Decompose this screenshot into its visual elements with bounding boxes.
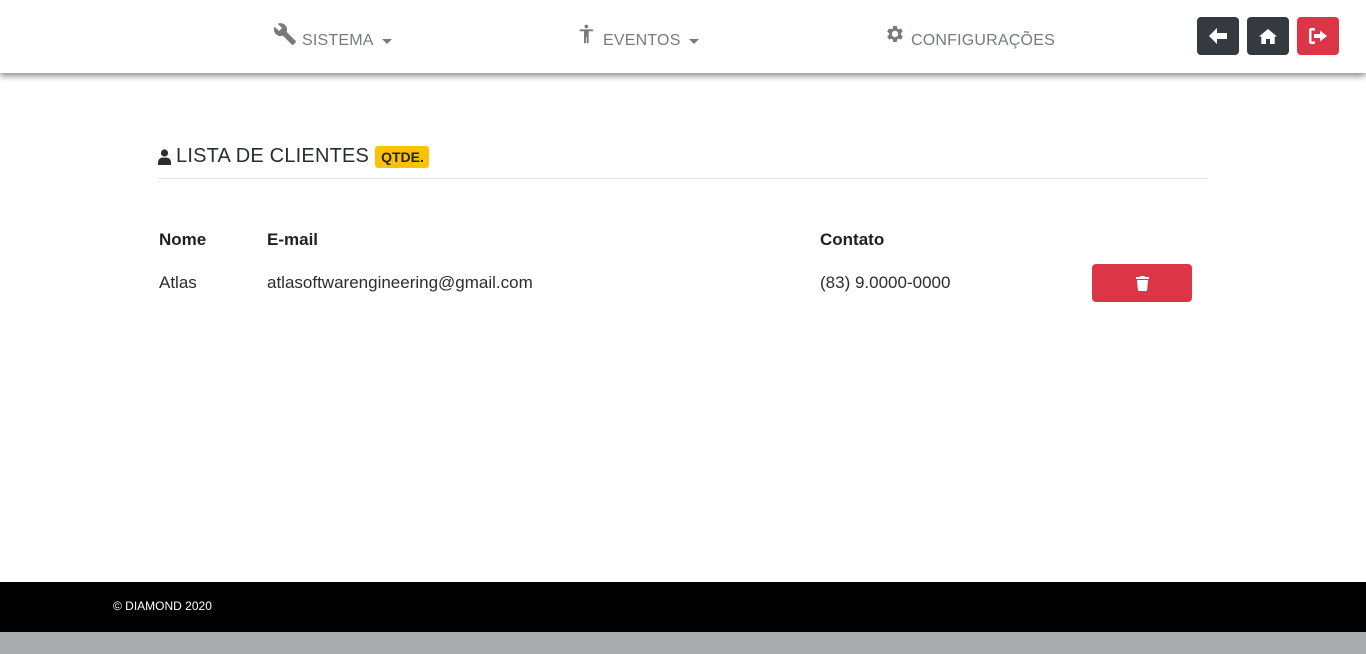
top-navbar: SISTEMA EVENTOS CONFIGURAÇÕES (0, 0, 1366, 73)
user-icon (158, 148, 171, 165)
nav-sistema-label: SISTEMA (302, 32, 374, 49)
page-heading: LISTA DE CLIENTES QTDE. (158, 145, 429, 168)
column-header-contato: Contato (820, 230, 885, 249)
nav-eventos-label: EVENTOS (603, 32, 681, 49)
heading-divider (158, 178, 1208, 179)
page: SISTEMA EVENTOS CONFIGURAÇÕES LISTA DE C… (0, 0, 1366, 632)
nav-eventos-dropdown[interactable]: EVENTOS (578, 22, 699, 54)
nav-configuracoes-label: CONFIGURAÇÕES (911, 32, 1055, 49)
gear-icon (887, 26, 903, 42)
delete-button[interactable] (1092, 264, 1192, 302)
column-header-email: E-mail (267, 230, 319, 249)
cell-contato: (83) 9.0000-0000 (820, 273, 951, 292)
chevron-down-icon (381, 39, 392, 44)
page-title: LISTA DE CLIENTES (176, 145, 370, 167)
cell-email: atlasoftwarengineering@gmail.com (267, 273, 533, 292)
trash-icon (1135, 275, 1149, 291)
nav-configuracoes-link[interactable]: CONFIGURAÇÕES (884, 22, 1055, 54)
column-header-nome: Nome (159, 230, 207, 249)
sign-out-icon (1309, 28, 1327, 44)
footer-copyright: © DIAMOND 2020 (113, 599, 212, 613)
accessibility-icon (579, 24, 593, 44)
back-button[interactable] (1197, 17, 1239, 55)
chevron-down-icon (688, 39, 699, 44)
home-icon (1259, 28, 1277, 44)
arrow-left-icon (1209, 28, 1227, 44)
nav-sistema-dropdown[interactable]: SISTEMA (273, 22, 392, 54)
wrench-icon (273, 23, 296, 45)
cell-nome: Atlas (159, 273, 197, 292)
home-button[interactable] (1247, 17, 1289, 55)
footer: © DIAMOND 2020 (0, 582, 1366, 632)
count-badge: QTDE. (375, 145, 429, 168)
logout-button[interactable] (1297, 17, 1339, 55)
